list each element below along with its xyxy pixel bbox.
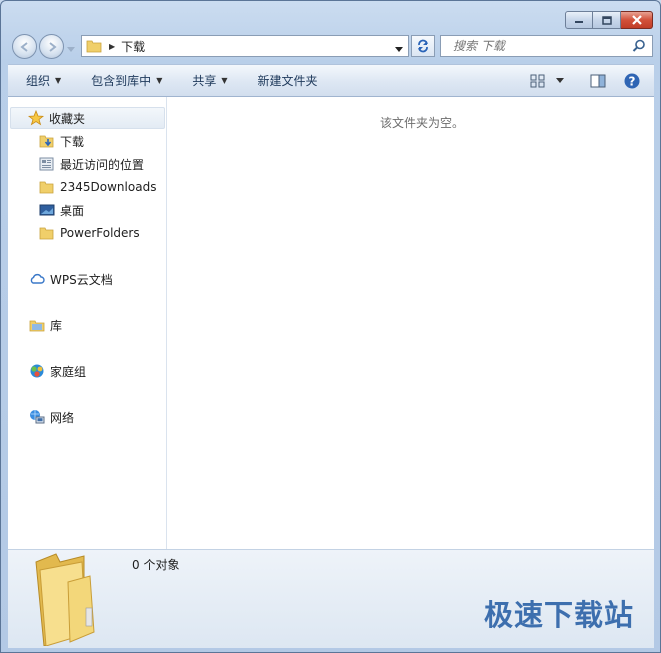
share-label: 共享 [192, 74, 217, 88]
chevron-down-icon [556, 77, 564, 83]
nav-item-powerfolders[interactable]: PowerFolders [38, 222, 140, 244]
chevron-down-icon: ▼ [156, 76, 163, 85]
chevron-down-icon: ▼ [55, 76, 62, 85]
breadcrumb-current[interactable]: 下载 [121, 38, 145, 55]
recent-pages-dropdown[interactable] [67, 42, 75, 56]
svg-text:?: ? [629, 74, 636, 88]
nav-homegroup[interactable]: 家庭组 [28, 360, 86, 382]
maximize-button[interactable] [593, 11, 621, 29]
navigation-pane: 收藏夹 下载 最近访问的位置 2345Downloads 桌面 PowerFol… [8, 97, 167, 549]
folder-large-icon [30, 552, 116, 649]
explorer-window: ▶ 下载 组织 ▼ 包含到库中 ▼ 共享 ▼ 新建文件夹 [0, 0, 661, 653]
recent-places-icon [38, 155, 56, 173]
nav-wps-cloud[interactable]: WPS云文档 [28, 268, 113, 290]
download-folder-icon [38, 132, 56, 150]
new-folder-label: 新建文件夹 [257, 74, 318, 88]
new-folder-button[interactable]: 新建文件夹 [240, 72, 330, 89]
refresh-icon [418, 39, 428, 53]
help-icon: ? [624, 73, 640, 88]
organize-label: 组织 [26, 74, 51, 88]
nav-item-downloads[interactable]: 下载 [38, 130, 84, 152]
command-bar: 组织 ▼ 包含到库中 ▼ 共享 ▼ 新建文件夹 ? [8, 64, 654, 97]
nav-favorites-label: 收藏夹 [49, 111, 86, 126]
folder-icon [85, 37, 103, 55]
nav-wps-label: WPS云文档 [50, 272, 113, 287]
back-arrow-icon [19, 41, 28, 52]
preview-pane-icon [590, 74, 606, 87]
search-icon[interactable] [632, 39, 646, 56]
preview-pane-button[interactable] [578, 74, 618, 88]
file-list[interactable]: 该文件夹为空。 [167, 97, 654, 549]
library-icon [28, 316, 46, 334]
view-grid-icon [530, 74, 545, 87]
close-icon [631, 15, 642, 25]
cloud-icon [28, 270, 46, 288]
nav-library[interactable]: 库 [28, 314, 62, 336]
address-bar[interactable]: ▶ 下载 [81, 35, 409, 57]
nav-favorites[interactable]: 收藏夹 [10, 107, 165, 129]
refresh-button[interactable] [411, 35, 435, 57]
include-in-library-button[interactable]: 包含到库中 ▼ [73, 72, 174, 89]
nav-item-label: 2345Downloads [60, 180, 157, 194]
change-view-button[interactable] [524, 74, 552, 88]
nav-item-label: PowerFolders [60, 226, 140, 240]
back-button[interactable] [12, 34, 37, 59]
share-button[interactable]: 共享 ▼ [174, 72, 239, 89]
minimize-button[interactable] [565, 11, 593, 29]
forward-button[interactable] [39, 34, 64, 59]
nav-homegroup-label: 家庭组 [50, 364, 87, 379]
forward-arrow-icon [48, 41, 57, 52]
nav-library-label: 库 [50, 318, 63, 333]
chevron-down-icon [67, 47, 75, 52]
minimize-icon [575, 21, 583, 23]
nav-item-2345downloads[interactable]: 2345Downloads [38, 176, 156, 198]
organize-button[interactable]: 组织 ▼ [8, 72, 73, 89]
nav-item-label: 下载 [60, 134, 85, 149]
nav-item-desktop[interactable]: 桌面 [38, 199, 84, 221]
include-in-library-label: 包含到库中 [91, 74, 152, 88]
search-input[interactable] [451, 38, 635, 54]
chevron-down-icon: ▼ [221, 76, 228, 85]
caption-buttons [565, 11, 653, 29]
nav-network[interactable]: 网络 [28, 406, 74, 428]
folder-icon [38, 224, 56, 242]
maximize-icon [601, 15, 612, 25]
nav-item-label: 桌面 [60, 203, 85, 218]
nav-item-recent-places[interactable]: 最近访问的位置 [38, 153, 144, 175]
homegroup-icon [28, 362, 46, 380]
view-options-dropdown[interactable] [552, 77, 578, 84]
close-button[interactable] [621, 11, 653, 29]
help-button[interactable]: ? [618, 73, 654, 89]
chevron-down-icon [395, 47, 403, 52]
empty-folder-message: 该文件夹为空。 [379, 116, 464, 130]
nav-item-label: 最近访问的位置 [60, 157, 145, 172]
breadcrumb-separator-icon[interactable]: ▶ [109, 42, 115, 51]
network-icon [28, 408, 46, 426]
watermark: 极速下载站 [483, 598, 634, 632]
desktop-icon [38, 201, 56, 219]
nav-network-label: 网络 [50, 410, 75, 425]
details-pane: 0 个对象 极速下载站 [8, 549, 654, 648]
search-box[interactable] [440, 35, 653, 57]
folder-icon [38, 178, 56, 196]
address-dropdown[interactable] [395, 42, 403, 56]
item-count: 0 个对象 [132, 558, 180, 572]
star-icon [27, 109, 45, 127]
